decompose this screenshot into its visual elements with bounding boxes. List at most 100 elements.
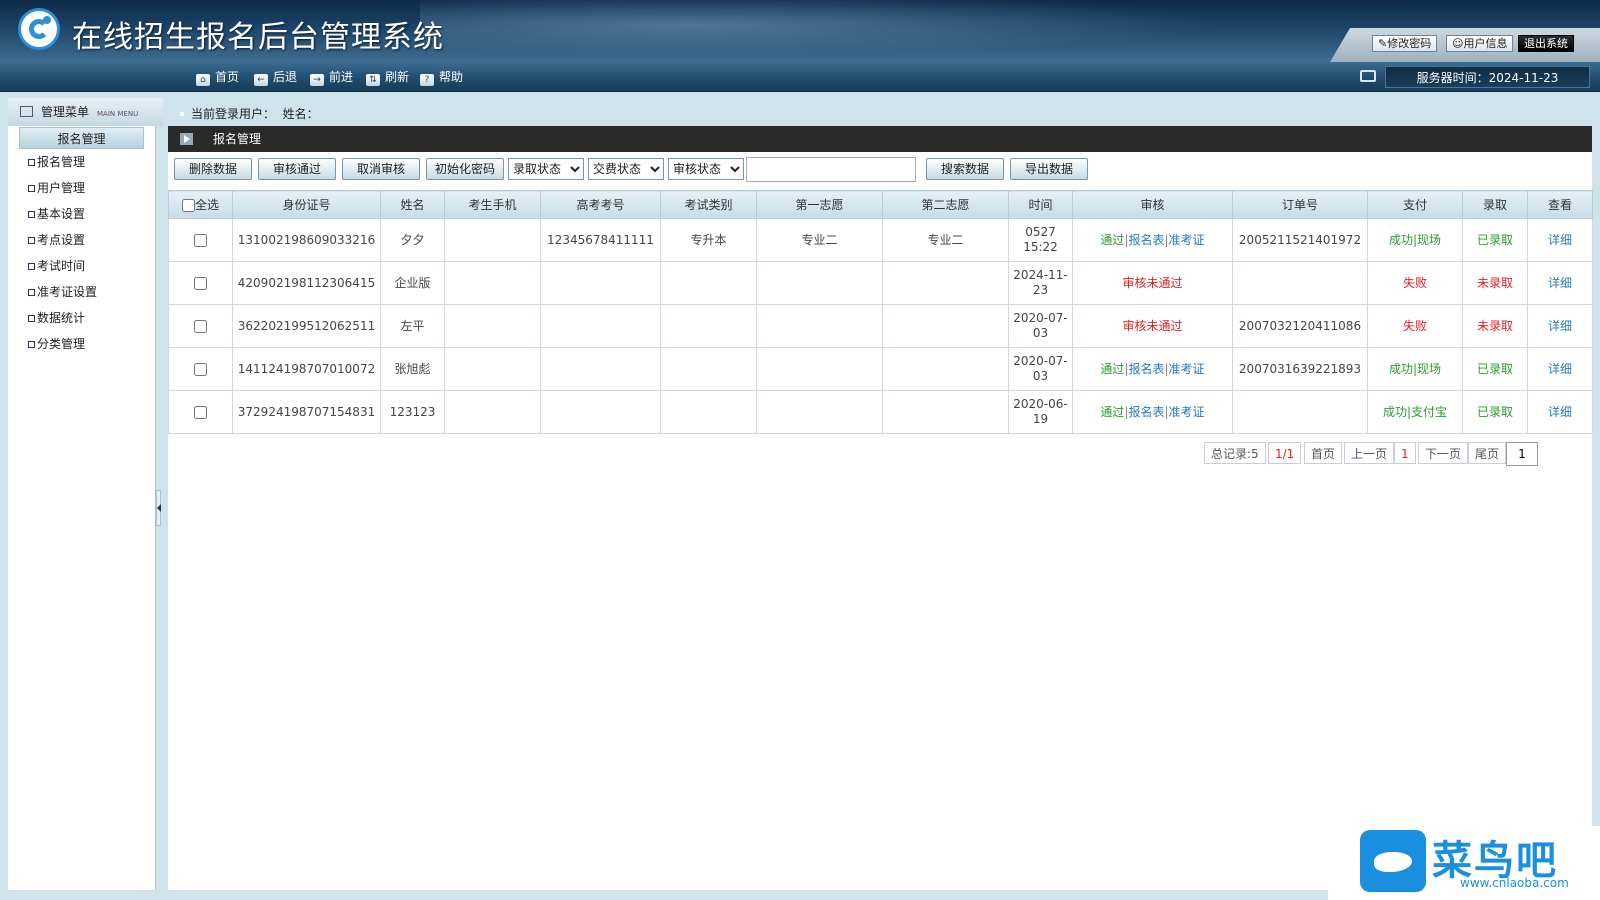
cancel-review-button[interactable]: 取消审核 <box>342 158 420 180</box>
sidebar: 报名管理 报名管理 用户管理 基本设置 考点设置 考试时间 准考证设置 数据统计… <box>8 126 156 890</box>
table-row: 420902198112306415 企业版 2024-11- 23 审核未通过 失败 未… <box>168 261 1593 305</box>
user-icon: ☺ <box>1452 37 1464 50</box>
goto-page-input[interactable] <box>1506 442 1538 466</box>
row-checkbox[interactable] <box>194 319 207 333</box>
first-choice <box>756 304 883 348</box>
view-detail-text[interactable]: 详细 <box>1548 233 1572 247</box>
home-icon: ⌂ <box>196 74 210 86</box>
help-button[interactable]: ? 帮助 <box>420 68 463 86</box>
view-detail-text[interactable]: 详细 <box>1548 405 1572 419</box>
row-checkbox[interactable] <box>194 405 207 419</box>
second-choice-text: 专业二 <box>927 232 964 247</box>
first-choice-text: 专业二 <box>801 232 838 247</box>
sidebar-item-basic-settings[interactable]: 基本设置 <box>8 201 155 227</box>
registration-form-link[interactable]: 报名表 <box>1128 405 1164 419</box>
next-page-button[interactable]: 下一页 <box>1418 442 1469 464</box>
prev-page-button[interactable]: 上一页 <box>1344 442 1395 464</box>
search-input[interactable] <box>746 157 916 182</box>
exam-number <box>540 347 661 391</box>
first-choice <box>756 390 883 434</box>
registration-form-link[interactable]: 报名表 <box>1128 362 1164 376</box>
student-name: 夕夕 <box>380 218 445 262</box>
first-page-button[interactable]: 首页 <box>1304 442 1343 464</box>
sidebar-item-categories[interactable]: 分类管理 <box>8 331 155 357</box>
order-number: 2007032120411086 <box>1232 304 1368 348</box>
sidebar-item-exam-time[interactable]: 考试时间 <box>8 253 155 279</box>
arrow-right-icon: → <box>310 74 324 86</box>
student-name-text: 张旭彪 <box>394 361 431 376</box>
header-decoration <box>420 0 1320 62</box>
logout-button[interactable]: 退出系统 <box>1518 35 1574 52</box>
sidebar-item-registration[interactable]: 报名管理 <box>8 149 155 175</box>
row-checkbox[interactable] <box>194 276 207 290</box>
review-pass-link[interactable]: 通过 <box>1100 362 1124 376</box>
table-row: 362202199512062511 左平 2020-07- 03 审核未通过 2007… <box>168 304 1593 348</box>
sidebar-collapse-handle[interactable] <box>156 490 161 526</box>
view-detail: 详细 <box>1527 390 1593 434</box>
home-button[interactable]: ⌂ 首页 <box>196 68 239 86</box>
current-page[interactable]: 1 <box>1394 442 1416 464</box>
id-number: 372924198707154831 <box>232 390 381 434</box>
pay-status-select[interactable]: 交费状态 <box>588 158 664 180</box>
back-button[interactable]: ← 后退 <box>254 68 297 86</box>
admit-status-select[interactable]: 录取状态 <box>508 158 584 180</box>
watermark-logo: 菜鸟吧 www.cnlaoba.com <box>1328 826 1600 900</box>
admission-ticket-link[interactable]: 准考证 <box>1169 362 1205 376</box>
expand-icon <box>28 289 35 296</box>
export-button[interactable]: 导出数据 <box>1010 158 1088 180</box>
order-number: 2005211521401972 <box>1232 218 1368 262</box>
row-checkbox-cell <box>168 261 233 305</box>
registration-table: 全选 身份证号 姓名 考生手机 高考考号 考试类别 第一志愿 第二志愿 时间 审… <box>168 190 1593 434</box>
table-row: 131002198609033216 夕夕 12345678411111 专升本 专业二… <box>168 218 1593 262</box>
sidebar-group-title[interactable]: 报名管理 <box>19 127 144 149</box>
sidebar-item-users[interactable]: 用户管理 <box>8 175 155 201</box>
sidebar-item-exam-sites[interactable]: 考点设置 <box>8 227 155 253</box>
search-button[interactable]: 搜索数据 <box>926 158 1004 180</box>
last-page-button[interactable]: 尾页 <box>1468 442 1507 464</box>
expand-icon <box>28 185 35 192</box>
view-detail-text[interactable]: 详细 <box>1548 362 1572 376</box>
column-header: 第一志愿 <box>756 190 883 219</box>
view-detail-text[interactable]: 详细 <box>1548 276 1572 290</box>
refresh-button[interactable]: ⇅ 刷新 <box>366 68 409 86</box>
student-name-text: 123123 <box>389 404 436 419</box>
review-status-select[interactable]: 审核状态 <box>668 158 744 180</box>
admission-ticket-link[interactable]: 准考证 <box>1169 233 1205 247</box>
review-pass-link[interactable]: 通过 <box>1100 405 1124 419</box>
id-number-text: 372924198707154831 <box>237 404 376 419</box>
row-checkbox[interactable] <box>194 362 207 376</box>
column-header: 考试类别 <box>660 190 757 219</box>
row-checkbox[interactable] <box>194 233 207 247</box>
select-all-header[interactable]: 全选 <box>168 190 233 219</box>
admission-status: 已录取 <box>1462 390 1528 434</box>
user-info-button[interactable]: ☺用户信息 <box>1446 35 1514 52</box>
breadcrumb: 当前登录用户： 姓名： <box>168 104 319 124</box>
play-icon <box>180 133 193 145</box>
student-name-text: 夕夕 <box>400 232 425 247</box>
view-detail-text[interactable]: 详细 <box>1548 319 1572 333</box>
reset-password-button[interactable]: 初始化密码 <box>426 158 504 180</box>
sidebar-item-ticket-settings[interactable]: 准考证设置 <box>8 279 155 305</box>
admission-status: 未录取 <box>1462 304 1528 348</box>
registration-form-link[interactable]: 报名表 <box>1128 233 1164 247</box>
delete-button[interactable]: 删除数据 <box>174 158 252 180</box>
review-cell: 审核未通过 <box>1072 261 1233 305</box>
server-time: 服务器时间：2024-11-23 <box>1385 66 1590 88</box>
order-number-text: 2007031639221893 <box>1238 361 1362 376</box>
review-pass-link[interactable]: 通过 <box>1100 233 1124 247</box>
phone <box>444 218 541 262</box>
review-cell: 审核未通过 <box>1072 304 1233 348</box>
change-password-button[interactable]: ✎修改密码 <box>1372 35 1438 52</box>
forward-button[interactable]: → 前进 <box>310 68 353 86</box>
student-name: 123123 <box>380 390 445 434</box>
order-number: 2007031639221893 <box>1232 347 1368 391</box>
approve-button[interactable]: 审核通过 <box>258 158 336 180</box>
monitor-icon <box>1360 70 1376 82</box>
student-name: 企业版 <box>380 261 445 305</box>
column-header: 支付 <box>1367 190 1463 219</box>
review-fail-text: 审核未通过 <box>1122 318 1183 333</box>
admission-ticket-link[interactable]: 准考证 <box>1169 405 1205 419</box>
select-all-checkbox[interactable] <box>181 199 195 212</box>
time-cell: 2020-07- 03 <box>1008 347 1073 391</box>
sidebar-item-statistics[interactable]: 数据统计 <box>8 305 155 331</box>
